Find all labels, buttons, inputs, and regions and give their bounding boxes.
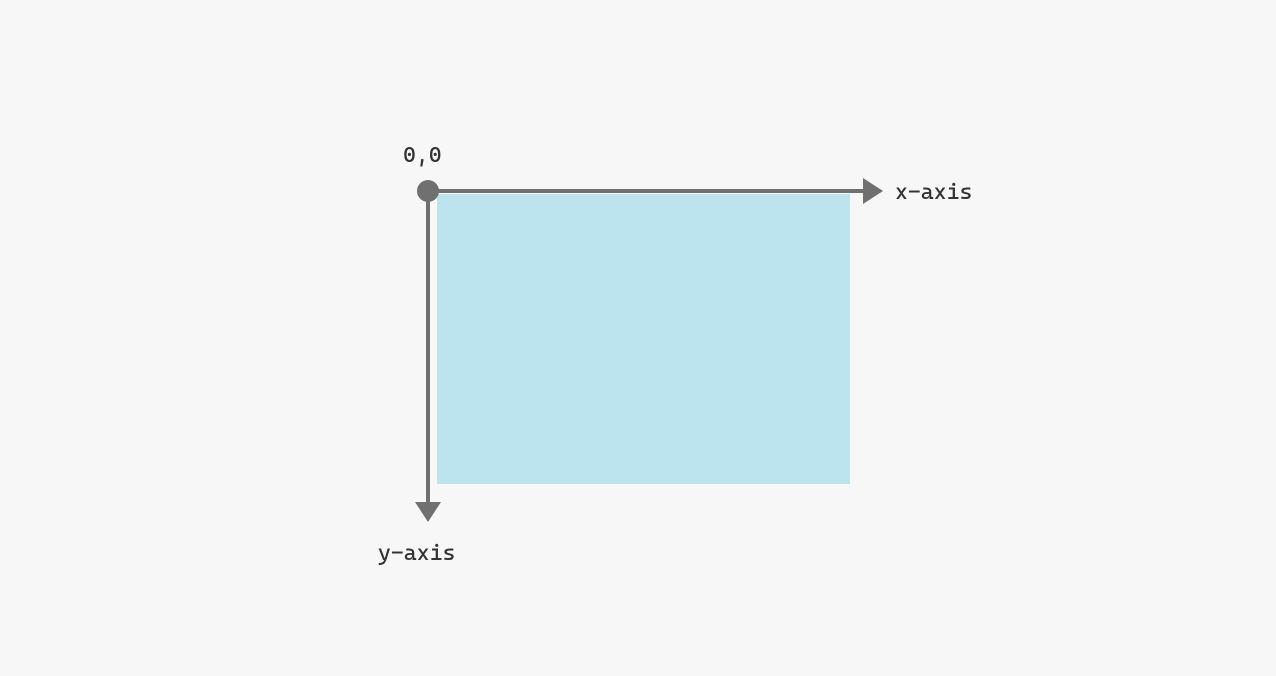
origin-dot-icon [417,180,439,202]
origin-label: 0,0 [403,143,442,168]
coordinate-diagram: 0,0 x-axis y-axis [0,0,1276,676]
x-axis-label: x-axis [895,180,972,205]
y-axis-label: y-axis [378,541,455,566]
canvas-rect [437,194,850,484]
y-axis-line [426,191,430,505]
x-axis-line [428,189,866,193]
x-axis-arrowhead-icon [863,178,883,204]
y-axis-arrowhead-icon [415,502,441,522]
